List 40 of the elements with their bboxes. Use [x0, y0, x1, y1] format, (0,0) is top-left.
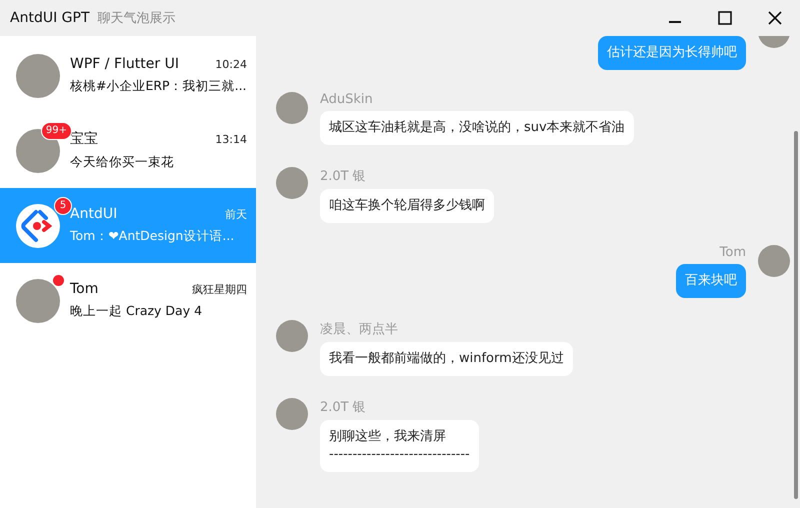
message-preview: Tom：❤AntDesign设计语...: [70, 228, 236, 245]
minimize-icon: [669, 21, 681, 23]
message-bubble: 估计还是因为长得帅吧: [598, 36, 746, 70]
contact-name: Tom: [70, 281, 98, 297]
message-preview: 今天给你买一束花: [70, 154, 175, 171]
sender-name: 2.0T 银: [320, 399, 366, 416]
close-icon: [768, 11, 782, 25]
message-bubble: 百来块吧: [676, 264, 746, 298]
avatar-photo: [276, 398, 308, 430]
message-bubble: 城区这车油耗就是高，没啥说的，suv本来就不省油: [320, 111, 634, 145]
window-title: AntdUI GPT: [10, 10, 90, 26]
window-subtitle: 聊天气泡展示: [98, 10, 176, 27]
avatar-photo: [16, 54, 60, 98]
contact-name: AntdUI: [70, 206, 118, 222]
sender-name: 2.0T 银: [320, 168, 366, 185]
message-preview: 核桃#小企业ERP：我初三就...: [70, 78, 247, 95]
logo-icon: [16, 204, 60, 248]
avatar-photo: [758, 245, 790, 277]
unread-badge: 99+: [40, 122, 72, 140]
sender-name: Tom: [720, 245, 746, 260]
avatar-photo: [276, 320, 308, 352]
message-bubble: 咱这车换个轮眉得多少钱啊: [320, 189, 494, 223]
unread-badge: 5: [54, 196, 72, 214]
message-time: 13:14: [215, 133, 247, 146]
message-bubble: 我看一般都前端做的，winform还没见过: [320, 342, 573, 376]
message-time: 前天: [225, 207, 247, 222]
message-time: 10:24: [215, 58, 247, 71]
contact-name: WPF / Flutter UI: [70, 56, 179, 72]
contact-name: 宝宝: [70, 130, 98, 148]
sender-name: AduSkin: [320, 92, 373, 107]
message-time: 疯狂星期四: [192, 282, 247, 297]
avatar-photo: [276, 167, 308, 199]
avatar-photo: [276, 92, 308, 124]
message-bubble: 别聊这些，我来清屏 ------------------------------: [320, 420, 479, 472]
avatar-photo: [16, 278, 60, 322]
conversation-item[interactable]: 5 AntdUI 前天 Tom：❤AntDesign设计语...: [0, 188, 256, 263]
maximize-icon: [718, 11, 732, 25]
message-preview: 晚上一起 Crazy Day 4: [70, 303, 204, 320]
sender-name: 凌晨、两点半: [320, 321, 398, 338]
scrollbar-thumb[interactable]: [794, 131, 798, 499]
